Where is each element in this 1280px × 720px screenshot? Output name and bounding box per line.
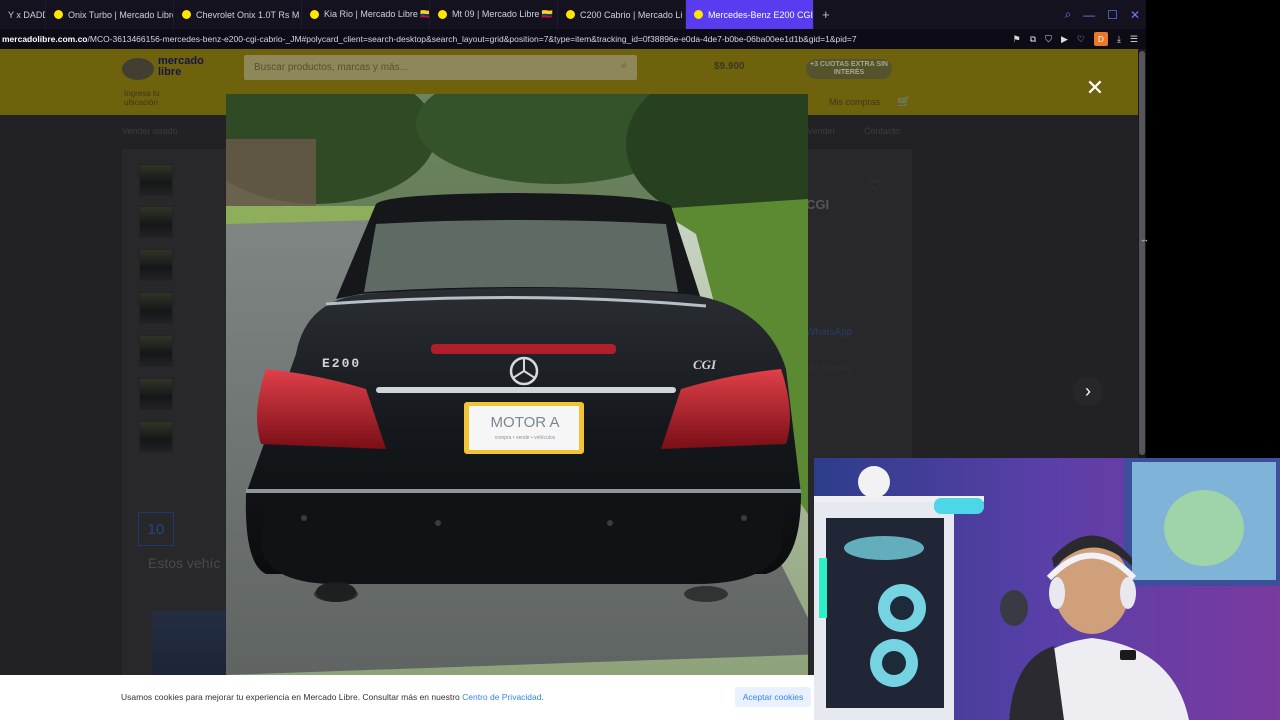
close-lightbox-button[interactable]: ✕ (1083, 76, 1107, 100)
menu-icon[interactable]: ☰ (1130, 34, 1138, 45)
streamer-webcam-overlay (814, 458, 1280, 720)
heart-icon[interactable]: ♡ (1077, 34, 1085, 45)
tab-label: Onix Turbo | Mercado Libre (68, 9, 174, 20)
url-field[interactable]: mercadolibre.com.co/MCO-3613466156-merce… (0, 34, 1013, 44)
mercadolibre-icon (182, 10, 191, 19)
lightbox-car-photo: E200 CGI MOTOR A compra • vende • vehícu… (226, 94, 808, 675)
mercadolibre-icon (438, 10, 447, 19)
address-bar: mercadolibre.com.co/MCO-3613466156-merce… (0, 29, 1146, 49)
tab-label: Chevrolet Onix 1.0T Rs M (196, 9, 300, 20)
browser-toolbar: ⚑ ⧉ ⛉ ▶ ♡ D ⤓ ☰ (1013, 32, 1146, 46)
tab-kia-rio[interactable]: Kia Rio | Mercado Libre 🇨🇴 (302, 0, 430, 29)
tab-label: Y x DADDY (8, 9, 45, 20)
tab-label: C200 Cabrio | Mercado Li (580, 9, 683, 20)
new-tab-button[interactable]: + (814, 7, 838, 22)
url-domain: mercadolibre.com.co (2, 34, 88, 44)
license-plate-text: MOTOR A (490, 414, 560, 431)
search-tabs-icon[interactable]: ⌕ (1064, 7, 1071, 22)
tab-chevrolet-onix[interactable]: Chevrolet Onix 1.0T Rs M (174, 0, 302, 29)
tab-label: Mt 09 | Mercado Libre 🇨🇴 (452, 9, 554, 19)
mercadolibre-icon (694, 10, 703, 19)
car-rear-image (226, 94, 808, 675)
badge-e200: E200 (322, 356, 362, 371)
tab-mercedes-e200[interactable]: Mercedes-Benz E200 CGI (686, 0, 814, 29)
mercadolibre-icon (566, 10, 575, 19)
accept-cookies-button[interactable]: Aceptar cookies (735, 687, 811, 707)
license-plate-subtext: compra • vende • vehículos (494, 435, 556, 441)
next-image-button[interactable]: › (1073, 376, 1103, 406)
cookie-text: Usamos cookies para mejorar tu experienc… (121, 692, 463, 702)
badge-cgi: CGI (693, 357, 717, 372)
tab-c200-cabrio[interactable]: C200 Cabrio | Mercado Li (558, 0, 686, 29)
cookie-message: Usamos cookies para mejorar tu experienc… (121, 692, 544, 702)
cookie-banner: Usamos cookies para mejorar tu experienc… (0, 675, 814, 720)
url-path: /MCO-3613466156-mercedes-benz-e200-cgi-c… (87, 34, 857, 44)
screen: Y x DADDY Onix Turbo | Mercado Libre Che… (0, 0, 1280, 720)
window-controls: ⌕ — ☐ ✕ (1064, 0, 1146, 29)
scrollbar-thumb[interactable] (1139, 51, 1145, 455)
tab-mt09[interactable]: Mt 09 | Mercado Libre 🇨🇴 (430, 0, 558, 29)
maximize-icon[interactable]: ☐ (1107, 8, 1118, 22)
crop-icon[interactable]: ⧉ (1030, 34, 1036, 45)
resize-cursor-icon: ↔ (1140, 234, 1149, 244)
webcam-feed-image (814, 458, 1280, 720)
tab-onix-turbo[interactable]: Onix Turbo | Mercado Libre (46, 0, 174, 29)
minimize-icon[interactable]: — (1083, 8, 1095, 22)
profile-avatar[interactable]: D (1093, 32, 1108, 46)
mercadolibre-icon (310, 10, 319, 19)
tab-daddy[interactable]: Y x DADDY (0, 0, 46, 29)
tab-label: Mercedes-Benz E200 CGI (708, 9, 814, 20)
shield-icon[interactable]: ⛉ (1045, 34, 1052, 45)
bookmark-icon[interactable]: ⚑ (1013, 34, 1021, 45)
privacy-center-link[interactable]: Centro de Privacidad (462, 692, 541, 702)
download-icon[interactable]: ⤓ (1117, 34, 1121, 45)
browser-tab-bar: Y x DADDY Onix Turbo | Mercado Libre Che… (0, 0, 1146, 29)
close-window-icon[interactable]: ✕ (1130, 8, 1140, 22)
tab-label: Kia Rio | Mercado Libre 🇨🇴 (324, 9, 430, 19)
mercadolibre-icon (54, 10, 63, 19)
play-icon[interactable]: ▶ (1061, 34, 1068, 45)
